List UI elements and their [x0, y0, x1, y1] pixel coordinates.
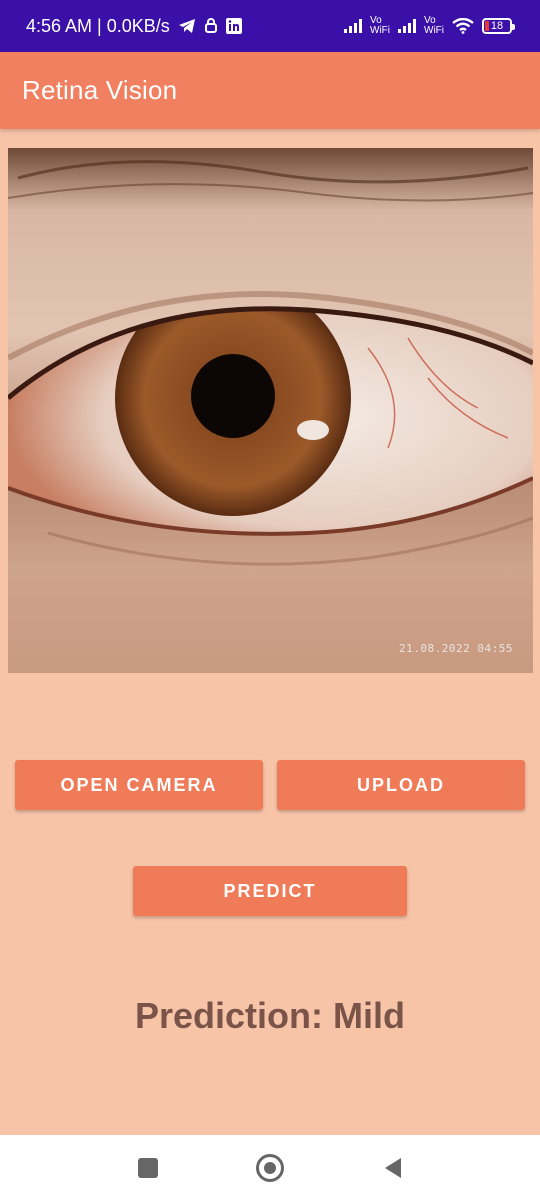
app-title: Retina Vision — [22, 75, 178, 105]
wifi-label: WiFi — [370, 25, 390, 36]
battery-level: 18 — [490, 20, 504, 32]
recents-icon[interactable] — [137, 1157, 159, 1179]
wifi-icon — [452, 18, 474, 34]
status-right: Vo WiFi Vo WiFi 18 — [344, 16, 515, 36]
home-icon[interactable] — [256, 1154, 284, 1182]
linkedin-icon — [225, 18, 242, 34]
app-bar: Retina Vision — [0, 52, 540, 129]
eye-image: 21.08.2022 04:55 — [8, 148, 533, 673]
back-icon[interactable] — [381, 1156, 405, 1180]
wifi-label: WiFi — [424, 25, 444, 36]
navigation-bar — [0, 1135, 540, 1200]
status-time-speed: 4:56 AM | 0.0KB/s — [26, 15, 170, 36]
vowifi-label-1: Vo WiFi — [370, 16, 390, 36]
security-icon — [204, 18, 217, 33]
signal-icon — [344, 19, 362, 33]
upload-button[interactable]: UPLOAD — [277, 760, 525, 810]
vowifi-label-2: Vo WiFi — [424, 16, 444, 36]
status-bar: 4:56 AM | 0.0KB/s Vo WiFi Vo WiFi 18 — [0, 0, 540, 52]
prediction-result: Prediction: Mild — [135, 995, 405, 1036]
image-timestamp: 21.08.2022 04:55 — [399, 642, 513, 655]
eye-photo — [8, 148, 533, 673]
battery-icon: 18 — [482, 18, 515, 34]
predict-button[interactable]: PREDICT — [133, 866, 407, 916]
status-left: 4:56 AM | 0.0KB/s — [26, 16, 242, 37]
open-camera-button[interactable]: OPEN CAMERA — [15, 760, 263, 810]
signal-icon — [398, 19, 416, 33]
telegram-icon — [178, 19, 195, 33]
